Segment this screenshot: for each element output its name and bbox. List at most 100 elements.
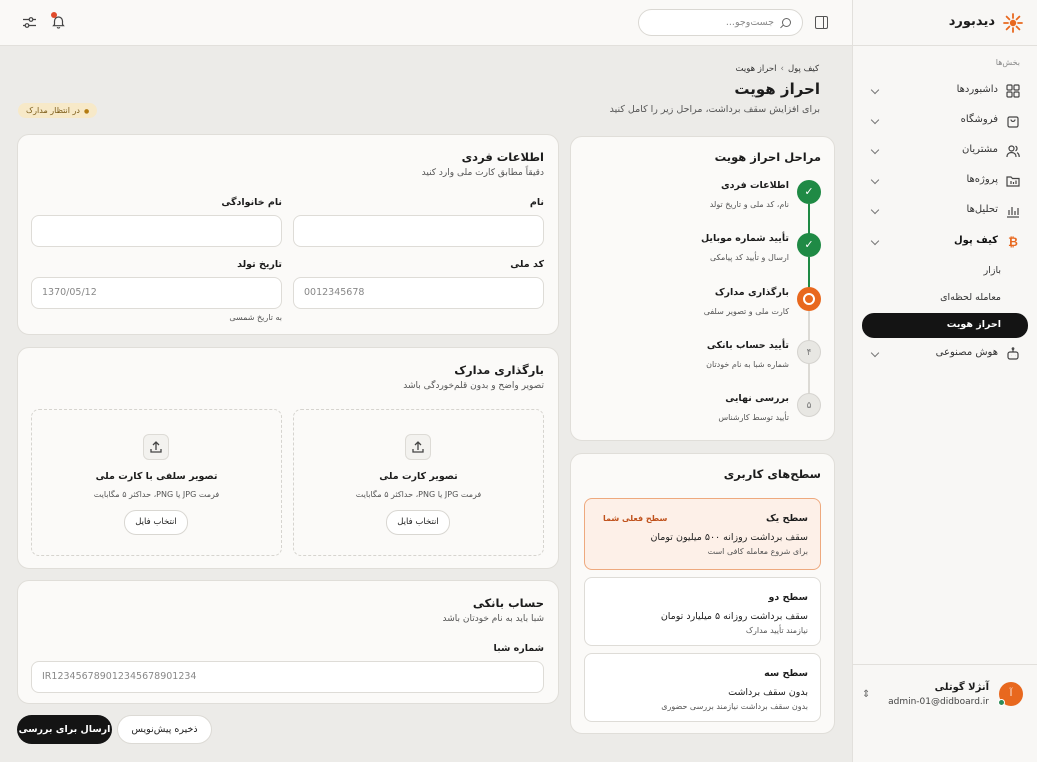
levels-card: سطح‌های کاربری سطح یک سطح فعلی شما سقف ب… [570,453,835,734]
step-item: ۴ تأیید حساب بانکی شماره شبا به نام خودت… [571,340,821,390]
sidebar-subitem-label: احراز هویت [946,319,1001,330]
choose-file-button[interactable]: انتخاب فایل [386,510,450,535]
level-title: سطح دو [768,592,808,603]
sidebar-item-label: مشتریان [962,144,998,155]
search-icon [782,18,791,27]
first-name-field[interactable] [293,215,544,247]
birth-date-label: تاریخ تولد [237,259,282,270]
upload-title: بارگذاری مدارک [454,363,544,377]
search-input[interactable]: جست‌وجو... [638,9,803,36]
sun-logo-icon [1003,13,1023,33]
user-email: admin-01@didboard.ir [888,697,989,707]
step-title: بارگذاری مدارک [714,287,789,298]
chevron-down-icon [870,348,880,358]
chevron-left-icon: › [780,64,784,74]
sidebar-toggle-icon[interactable] [815,16,828,29]
step-item: ✓ اطلاعات فردی نام، کد ملی و تاریخ تولد [571,180,821,230]
level-desc: سقف برداشت روزانه ۵ میلیارد تومان [660,611,808,622]
sidebar-item-label: تحلیل‌ها [966,204,998,215]
settings-sliders-icon[interactable] [22,15,37,30]
chevron-down-icon [870,175,880,185]
breadcrumb-current: احراز هویت [735,64,777,74]
submit-button[interactable]: ارسال برای بررسی [17,715,112,744]
level-item[interactable]: سطح دو سقف برداشت روزانه ۵ میلیارد تومان… [584,577,821,646]
bag-icon [1007,116,1019,128]
topbar: جست‌وجو... [0,0,852,46]
sidebar-item-label: داشبوردها [956,84,998,95]
step-title: تأیید حساب بانکی [706,340,789,351]
sidebar-section-title: بخش‌ها [995,58,1020,67]
step-desc: ارسال و تأیید کد پیامکی [709,253,789,262]
notification-dot [51,12,57,18]
save-draft-button[interactable]: ذخیره پیش‌نویس [117,715,212,744]
birth-date-field[interactable]: 1370/05/12 [31,277,282,309]
step-desc: کارت ملی و تصویر سلفی [703,307,789,316]
steps-title: مراحل احراز هویت [714,150,821,164]
chevron-down-icon [870,205,880,215]
sidebar-item-customers[interactable]: مشتریان [862,139,1028,163]
level-item-current[interactable]: سطح یک سطح فعلی شما سقف برداشت روزانه ۵۰… [584,498,821,570]
iban-field[interactable]: IR123456789012345678901234 [31,661,544,693]
level-desc: سقف برداشت روزانه ۵۰۰ میلیون تومان [650,532,808,543]
robot-icon [1007,347,1019,360]
current-level-badge: سطح فعلی شما [603,514,668,523]
dropzone-title: تصویر سلفی با کارت ملی [95,471,218,482]
upload-icon [405,434,431,460]
page-title: احراز هویت [734,80,820,98]
choose-file-button[interactable]: انتخاب فایل [124,510,188,535]
birth-date-hint: به تاریخ شمسی [229,313,282,322]
step-number: ۴ [797,340,821,364]
last-name-field[interactable] [31,215,282,247]
breadcrumb-link-wallet[interactable]: کیف پول [788,64,819,74]
chevron-down-icon [870,236,880,246]
sidebar-subitem-label: معامله لحظه‌ای [940,292,1001,303]
level-title: سطح سه [764,668,808,679]
step-item: ۵ بررسی نهایی تأیید توسط کارشناس [571,393,821,443]
status-badge: در انتظار مدارک [18,103,98,118]
check-icon: ✓ [797,233,821,257]
bank-title: حساب بانکی [472,596,544,610]
sidebar-item-projects[interactable]: پروژه‌ها [862,169,1028,193]
personal-info-card: اطلاعات فردی دقیقاً مطابق کارت ملی وارد … [17,134,559,335]
national-id-field[interactable]: 0012345678 [293,277,544,309]
sidebar-item-dashboards[interactable]: داشبوردها [862,79,1028,103]
sidebar: دیدبورد بخش‌ها داشبوردها فروشگاه مشتریان… [852,0,1037,762]
sidebar-item-shop[interactable]: فروشگاه [862,109,1028,133]
bar-chart-icon [1007,207,1019,218]
bank-card: حساب بانکی شبا باید به نام خودتان باشد ش… [17,580,559,704]
levels-title: سطح‌های کاربری [723,467,821,481]
step-number: ۵ [797,393,821,417]
page-subtitle: برای افزایش سقف برداشت، مراحل زیر را کام… [609,104,820,115]
check-icon: ✓ [797,180,821,204]
step-item: ✓ تأیید شماره موبایل ارسال و تأیید کد پی… [571,233,821,283]
sidebar-subitem-label: بازار [983,265,1001,276]
step-title: تأیید شماره موبایل [700,233,789,244]
current-step-icon [797,287,821,311]
search-placeholder: جست‌وجو... [725,17,774,28]
selfie-dropzone[interactable]: تصویر سلفی با کارت ملی فرمت JPG یا PNG، … [31,409,282,556]
sidebar-subitem-market[interactable]: بازار [862,259,1028,284]
sidebar-item-wallet[interactable]: ₿ کیف پول [862,230,1028,254]
step-item-current: بارگذاری مدارک کارت ملی و تصویر سلفی [571,287,821,337]
sidebar-subitem-kyc[interactable]: احراز هویت [862,313,1028,338]
folder-icon [1006,176,1020,187]
level-note: بدون سقف برداشت نیازمند بررسی حضوری [661,702,808,711]
chevron-down-icon [870,85,880,95]
step-desc: نام، کد ملی و تاریخ تولد [709,200,789,209]
national-id-placeholder: 0012345678 [304,287,365,298]
user-menu[interactable]: آ آنژلا گوتلی admin-01@didboard.ir ⇕ [852,664,1037,762]
sidebar-item-label: پروژه‌ها [966,174,998,185]
level-item[interactable]: سطح سه بدون سقف برداشت بدون سقف برداشت ن… [584,653,821,722]
national-card-dropzone[interactable]: تصویر کارت ملی فرمت JPG یا PNG، حداکثر ۵… [293,409,544,556]
sidebar-subitem-spot[interactable]: معامله لحظه‌ای [862,286,1028,311]
level-note: نیازمند تأیید مدارک [745,626,808,635]
iban-placeholder: IR123456789012345678901234 [42,671,197,682]
sidebar-item-ai[interactable]: هوش مصنوعی [862,342,1028,366]
personal-subtitle: دقیقاً مطابق کارت ملی وارد کنید [421,168,544,178]
sidebar-item-analytics[interactable]: تحلیل‌ها [862,199,1028,223]
level-note: برای شروع معامله کافی است [707,547,808,556]
chevron-up-down-icon[interactable]: ⇕ [862,689,870,700]
steps-card: مراحل احراز هویت ✓ اطلاعات فردی نام، کد … [570,136,835,441]
dropzone-hint: فرمت JPG یا PNG، حداکثر ۵ مگابایت [355,490,482,499]
birth-date-placeholder: 1370/05/12 [42,287,97,298]
